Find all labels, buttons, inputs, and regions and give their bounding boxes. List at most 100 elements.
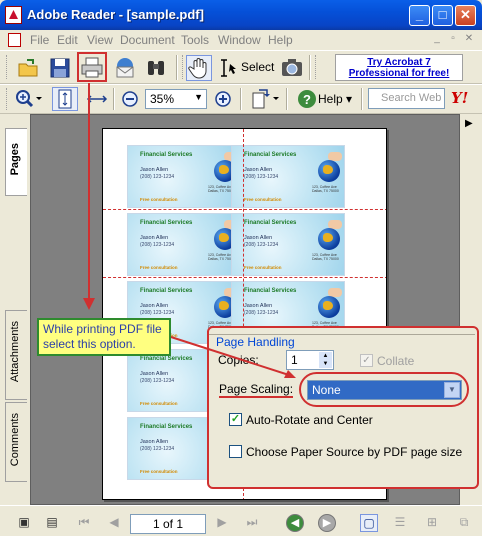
tab-comments[interactable]: Comments bbox=[5, 402, 27, 482]
help-icon[interactable]: ? bbox=[296, 88, 318, 112]
tab-attachments-label: Attachments bbox=[9, 321, 21, 383]
rotate-view-icon[interactable] bbox=[249, 87, 281, 111]
card-phone: (208) 123-1234 bbox=[244, 174, 279, 180]
status-bar: ▣ ▤ ⏮ ◀ 1 of 1 ▶ ⏭ ◀ ▶ ▢ ☰ ⊞ ⧉ bbox=[0, 505, 482, 536]
card-company: Financial Services bbox=[140, 356, 193, 362]
toolbar-separator bbox=[176, 55, 178, 80]
menu-tools[interactable]: Tools bbox=[181, 33, 209, 47]
yahoo-logo[interactable]: Y! bbox=[451, 89, 468, 107]
print-icon[interactable] bbox=[80, 56, 104, 80]
paper-source-checkbox[interactable] bbox=[229, 445, 242, 458]
toolbar-grip[interactable] bbox=[315, 55, 318, 79]
title-bar: Adobe Reader - [sample.pdf] _ □ ✕ bbox=[0, 0, 482, 30]
facing-icon[interactable]: ⊞ bbox=[424, 514, 440, 530]
globe-icon bbox=[318, 228, 340, 250]
search-web-input[interactable]: Search Web bbox=[368, 88, 445, 109]
card-name: Jason Allen bbox=[140, 235, 169, 241]
chevron-down-icon[interactable]: ▼ bbox=[194, 92, 203, 102]
hand-tool-icon[interactable] bbox=[186, 55, 212, 81]
card-address: 123, Coffee Ave Dallas, TX 75000 bbox=[312, 185, 339, 193]
first-page-icon[interactable]: ⏮ bbox=[76, 514, 92, 530]
copies-value: 1 bbox=[291, 353, 298, 367]
toolbar-grip[interactable] bbox=[6, 88, 9, 110]
continuous-icon[interactable]: ☰ bbox=[392, 514, 408, 530]
scroll-right-arrow-icon[interactable]: ▶ bbox=[465, 118, 473, 129]
zoom-in-tool-icon[interactable] bbox=[14, 88, 44, 112]
save-icon[interactable] bbox=[48, 56, 72, 80]
try-acrobat-link[interactable]: Try Acrobat 7 Professional for free! bbox=[335, 54, 463, 81]
card-phone: (208) 123-1234 bbox=[140, 310, 175, 316]
card-name: Jason Allen bbox=[244, 303, 273, 309]
menu-window[interactable]: Window bbox=[218, 33, 261, 47]
paper-source-label: Choose Paper Source by PDF page size bbox=[246, 445, 463, 459]
previous-page-icon[interactable]: ◀ bbox=[106, 514, 122, 530]
document-icon[interactable] bbox=[8, 33, 21, 47]
email-icon[interactable] bbox=[113, 56, 137, 80]
continuous-facing-icon[interactable]: ⧉ bbox=[456, 514, 472, 530]
copies-stepper[interactable]: 1 ▲ ▼ bbox=[286, 350, 334, 370]
binoculars-icon[interactable] bbox=[144, 56, 168, 80]
instruction-callout: While printing PDF file select this opti… bbox=[37, 318, 171, 356]
card-phone: (208) 123-1234 bbox=[244, 242, 279, 248]
toolbar-separator bbox=[240, 88, 242, 110]
page-scaling-select[interactable]: None ▼ bbox=[307, 380, 462, 400]
card-company: Financial Services bbox=[244, 288, 297, 294]
select-tool-label[interactable]: Select bbox=[241, 60, 274, 74]
business-card: Financial Services Jason Allen(208) 123-1… bbox=[231, 213, 345, 276]
card-name: Jason Allen bbox=[244, 167, 273, 173]
card-free-consultation: Free consultation bbox=[140, 265, 178, 270]
maximize-button[interactable]: □ bbox=[432, 5, 453, 26]
annotation-arrowhead bbox=[83, 298, 95, 310]
menu-edit[interactable]: Edit bbox=[57, 33, 78, 47]
go-forward-icon[interactable]: ▶ bbox=[318, 514, 336, 532]
menu-document[interactable]: Document bbox=[120, 33, 175, 47]
window-title: Adobe Reader - [sample.pdf] bbox=[27, 7, 204, 22]
auto-rotate-checkbox[interactable]: ✓ bbox=[229, 413, 242, 426]
zoom-out-icon[interactable] bbox=[119, 88, 141, 112]
collate-label: Collate bbox=[377, 354, 415, 368]
cut-guide bbox=[103, 209, 386, 210]
select-tool-icon[interactable] bbox=[217, 56, 239, 80]
zoom-in-icon[interactable] bbox=[212, 88, 234, 112]
toolbar-grip[interactable] bbox=[182, 55, 185, 79]
last-page-icon[interactable]: ⏭ bbox=[244, 514, 260, 530]
menu-view[interactable]: View bbox=[87, 33, 113, 47]
go-back-icon[interactable]: ◀ bbox=[286, 514, 304, 532]
spin-arrows-icon[interactable]: ▲ ▼ bbox=[319, 352, 332, 368]
card-free-consultation: Free consultation bbox=[140, 469, 178, 474]
card-free-consultation: Free consultation bbox=[140, 197, 178, 202]
doc-close-button[interactable]: ✕ bbox=[462, 33, 476, 46]
card-phone: (208) 123-1234 bbox=[140, 174, 175, 180]
page-layout-icon[interactable]: ▣ bbox=[16, 514, 32, 530]
page-thumbnail-icon[interactable]: ▤ bbox=[44, 514, 60, 530]
business-card: Financial Services Jason Allen(208) 123-1… bbox=[127, 213, 241, 276]
card-name: Jason Allen bbox=[140, 303, 169, 309]
single-page-icon[interactable]: ▢ bbox=[360, 514, 378, 532]
fit-page-icon[interactable] bbox=[52, 87, 78, 111]
collate-checkbox[interactable]: ✓ bbox=[360, 354, 373, 367]
business-card: Financial Services Jason Allen(208) 123-1… bbox=[127, 145, 241, 208]
page-number-field[interactable]: 1 of 1 bbox=[130, 514, 206, 534]
help-menu-button[interactable]: Help ▾ bbox=[318, 92, 352, 106]
card-company: Financial Services bbox=[244, 220, 297, 226]
tab-pages[interactable]: Pages bbox=[5, 128, 27, 196]
business-card: Financial Services Jason Allen(208) 123-1… bbox=[231, 145, 345, 208]
minimize-button[interactable]: _ bbox=[409, 5, 430, 26]
auto-rotate-label: Auto-Rotate and Center bbox=[246, 413, 373, 427]
open-icon[interactable] bbox=[17, 56, 41, 80]
snapshot-icon[interactable] bbox=[280, 56, 304, 80]
zoom-level-field[interactable]: 35% ▼ bbox=[145, 89, 207, 109]
card-company: Financial Services bbox=[140, 424, 193, 430]
menu-help[interactable]: Help bbox=[268, 33, 293, 47]
doc-restore-button[interactable]: ▫ bbox=[446, 33, 460, 46]
card-name: Jason Allen bbox=[140, 167, 169, 173]
next-page-icon[interactable]: ▶ bbox=[214, 514, 230, 530]
toolbar-separator bbox=[286, 88, 288, 110]
tab-attachments[interactable]: Attachments bbox=[5, 310, 27, 400]
close-button[interactable]: ✕ bbox=[455, 5, 476, 26]
menu-file[interactable]: File bbox=[30, 33, 49, 47]
doc-minimize-button[interactable]: _ bbox=[430, 33, 444, 46]
toolbar-grip[interactable] bbox=[6, 55, 9, 79]
card-company: Financial Services bbox=[244, 152, 297, 158]
chevron-down-icon[interactable]: ▼ bbox=[444, 382, 460, 398]
